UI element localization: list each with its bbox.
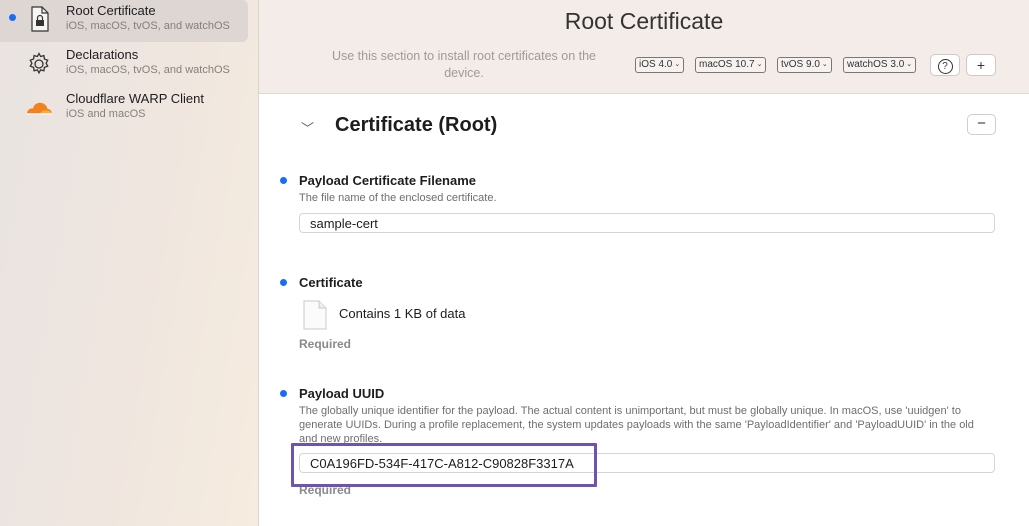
chevron-down-icon: ⌄ xyxy=(821,61,828,68)
sidebar-item-root-certificate[interactable]: Root Certificate iOS, macOS, tvOS, and w… xyxy=(0,0,248,42)
field-label-filename: Payload Certificate Filename xyxy=(299,173,477,188)
sidebar-item-declarations[interactable]: Declarations iOS, macOS, tvOS, and watch… xyxy=(0,44,248,86)
page-title: Root Certificate xyxy=(564,8,724,34)
field-description-filename: The file name of the enclosed certificat… xyxy=(299,192,497,204)
lock-document-icon xyxy=(31,6,49,32)
field-label-uuid: Payload UUID xyxy=(299,386,385,401)
required-label: Required xyxy=(299,337,352,351)
certificate-data-size: Contains 1 KB of data xyxy=(339,306,466,321)
remove-section-button[interactable]: − xyxy=(967,114,996,135)
question-mark-icon: ? xyxy=(937,59,953,74)
payload-editor: ﹀ Certificate (Root) − Payload Certifica… xyxy=(259,94,1029,526)
header-description: Use this section to install root certifi… xyxy=(331,49,596,80)
sidebar-item-subtitle: iOS and macOS xyxy=(66,108,146,120)
sidebar: Root Certificate iOS, macOS, tvOS, and w… xyxy=(0,0,259,526)
add-button[interactable]: + xyxy=(966,54,996,76)
chevron-down-icon: ⌄ xyxy=(756,61,763,68)
sidebar-item-title: Declarations xyxy=(66,47,139,62)
chevron-down-icon[interactable]: ﹀ xyxy=(301,118,314,137)
field-configured-dot xyxy=(280,390,287,397)
required-label: Required xyxy=(299,483,352,497)
chevron-down-icon: ⌄ xyxy=(906,61,913,68)
selected-indicator-dot xyxy=(9,14,16,21)
field-configured-dot xyxy=(280,279,287,286)
uuid-input[interactable]: C0A196FD-534F-417C-A812-C90828F3317A xyxy=(299,453,995,473)
os-badge-macos[interactable]: macOS 10.7 ⌄ xyxy=(695,57,767,73)
cloudflare-logo-icon xyxy=(27,102,52,115)
field-configured-dot xyxy=(280,177,287,184)
os-badge-watchos[interactable]: watchOS 3.0 ⌄ xyxy=(843,57,917,73)
os-badge-ios[interactable]: iOS 4.0 ⌄ xyxy=(635,57,685,73)
section-title: Certificate (Root) xyxy=(335,114,498,136)
gear-icon xyxy=(29,52,49,75)
field-description-uuid: The globally unique identifier for the p… xyxy=(299,405,974,445)
sidebar-item-subtitle: iOS, macOS, tvOS, and watchOS xyxy=(66,64,230,76)
chevron-down-icon: ⌄ xyxy=(674,61,681,68)
field-label-certificate: Certificate xyxy=(299,275,363,290)
sidebar-item-title: Cloudflare WARP Client xyxy=(66,91,204,106)
help-button[interactable]: ? xyxy=(930,54,960,76)
payload-header: Root Certificate Use this section to ins… xyxy=(259,0,1029,94)
sidebar-item-title: Root Certificate xyxy=(66,3,156,18)
sidebar-item-cloudflare-warp[interactable]: Cloudflare WARP Client iOS and macOS xyxy=(0,88,248,130)
filename-input[interactable]: sample-cert xyxy=(299,213,995,233)
document-icon[interactable] xyxy=(303,300,327,330)
os-badge-tvos[interactable]: tvOS 9.0 ⌄ xyxy=(777,57,832,73)
sidebar-item-subtitle: iOS, macOS, tvOS, and watchOS xyxy=(66,20,230,32)
